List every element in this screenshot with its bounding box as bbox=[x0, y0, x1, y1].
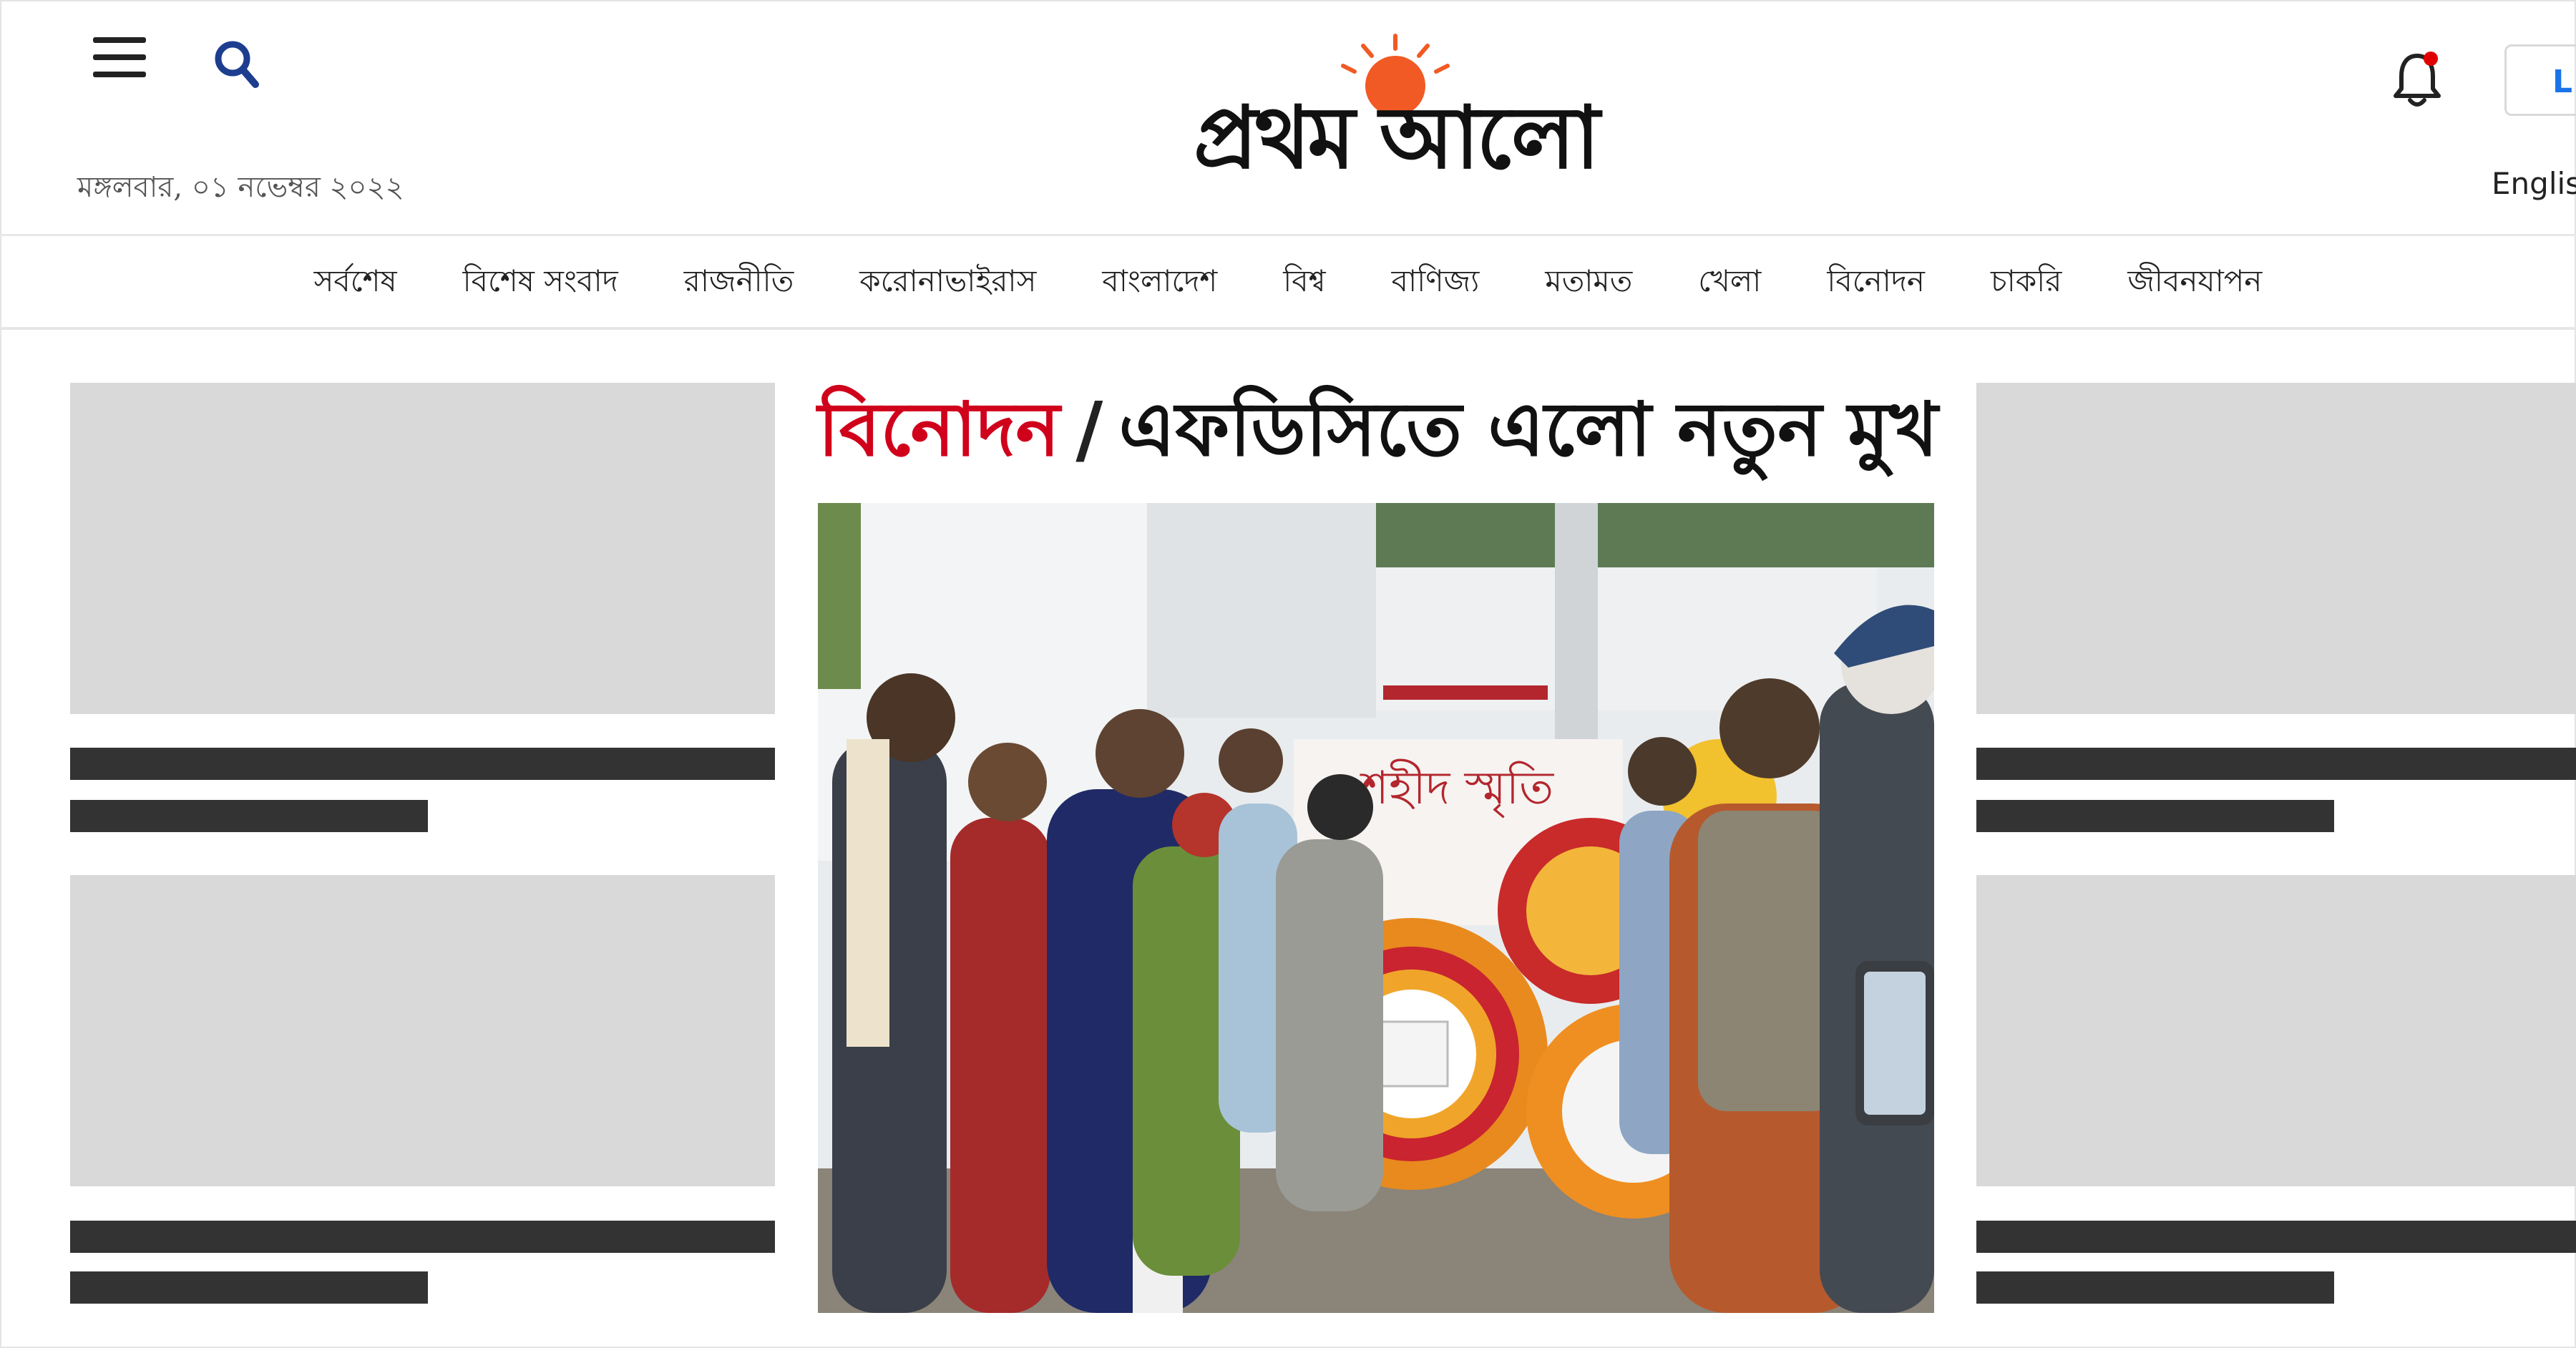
placeholder-line bbox=[1976, 800, 2334, 832]
placeholder-line bbox=[1976, 748, 2576, 780]
placeholder-image bbox=[70, 383, 775, 714]
nav-item-latest[interactable]: সর্বশেষ bbox=[314, 258, 397, 308]
nav-item-coronavirus[interactable]: করোনাভাইরাস bbox=[859, 258, 1036, 308]
nav-item-sports[interactable]: খেলা bbox=[1698, 258, 1761, 308]
photo-banner-text: শহীদ স্মৃতি bbox=[1360, 759, 1554, 819]
placeholder-line bbox=[1976, 1271, 2334, 1304]
placeholder-line bbox=[70, 748, 775, 780]
menu-icon[interactable] bbox=[93, 37, 150, 87]
nav-item-opinion[interactable]: মতামত bbox=[1545, 258, 1632, 308]
headline-separator: / bbox=[1075, 385, 1103, 473]
nav-item-entertainment[interactable]: বিনোদন bbox=[1827, 258, 1925, 308]
nav-item-lifestyle[interactable]: জীবনযাপন bbox=[2127, 258, 2262, 308]
search-icon[interactable] bbox=[211, 36, 261, 93]
nav-item-politics[interactable]: রাজনীতি bbox=[684, 258, 794, 308]
article-category[interactable]: বিনোদন bbox=[818, 385, 1060, 473]
main-nav: সর্বশেষ বিশেষ সংবাদ রাজনীতি করোনাভাইরাস … bbox=[0, 238, 2576, 330]
nav-item-business[interactable]: বাণিজ্য bbox=[1392, 258, 1480, 308]
placeholder-image bbox=[70, 875, 775, 1186]
article-headline[interactable]: বিনোদন / এফডিসিতে এলো নতুন মুখ bbox=[818, 372, 1963, 473]
nav-item-special[interactable]: বিশেষ সংবাদ bbox=[463, 258, 618, 308]
placeholder-line bbox=[70, 1221, 775, 1253]
article-title[interactable]: এফডিসিতে এলো নতুন মুখ bbox=[1118, 385, 1938, 473]
article-photo[interactable]: শহীদ স্মৃতি bbox=[818, 503, 1934, 1313]
nav-item-world[interactable]: বিশ্ব bbox=[1283, 258, 1325, 308]
bell-icon[interactable] bbox=[2389, 47, 2446, 112]
site-header: মঙ্গলবার, ০১ নভেম্বর ২০২২ প্রথম আলো L En… bbox=[0, 0, 2576, 236]
nav-item-bangladesh[interactable]: বাংলাদেশ bbox=[1102, 258, 1217, 308]
placeholder-image bbox=[1976, 875, 2576, 1186]
placeholder-line bbox=[70, 800, 428, 832]
placeholder-line bbox=[1976, 1221, 2576, 1253]
current-date: মঙ্গলবার, ০১ নভেম্বর ২০২২ bbox=[77, 171, 404, 204]
placeholder-image bbox=[1976, 383, 2576, 714]
placeholder-line bbox=[70, 1271, 428, 1304]
logo-text: প্রথম আলো bbox=[1193, 87, 1600, 188]
nav-item-jobs[interactable]: চাকরি bbox=[1991, 258, 2062, 308]
english-link[interactable]: Englis bbox=[2492, 166, 2576, 201]
login-button[interactable]: L bbox=[2504, 44, 2576, 116]
site-logo[interactable]: প্রথম আলো bbox=[1113, 29, 1678, 188]
